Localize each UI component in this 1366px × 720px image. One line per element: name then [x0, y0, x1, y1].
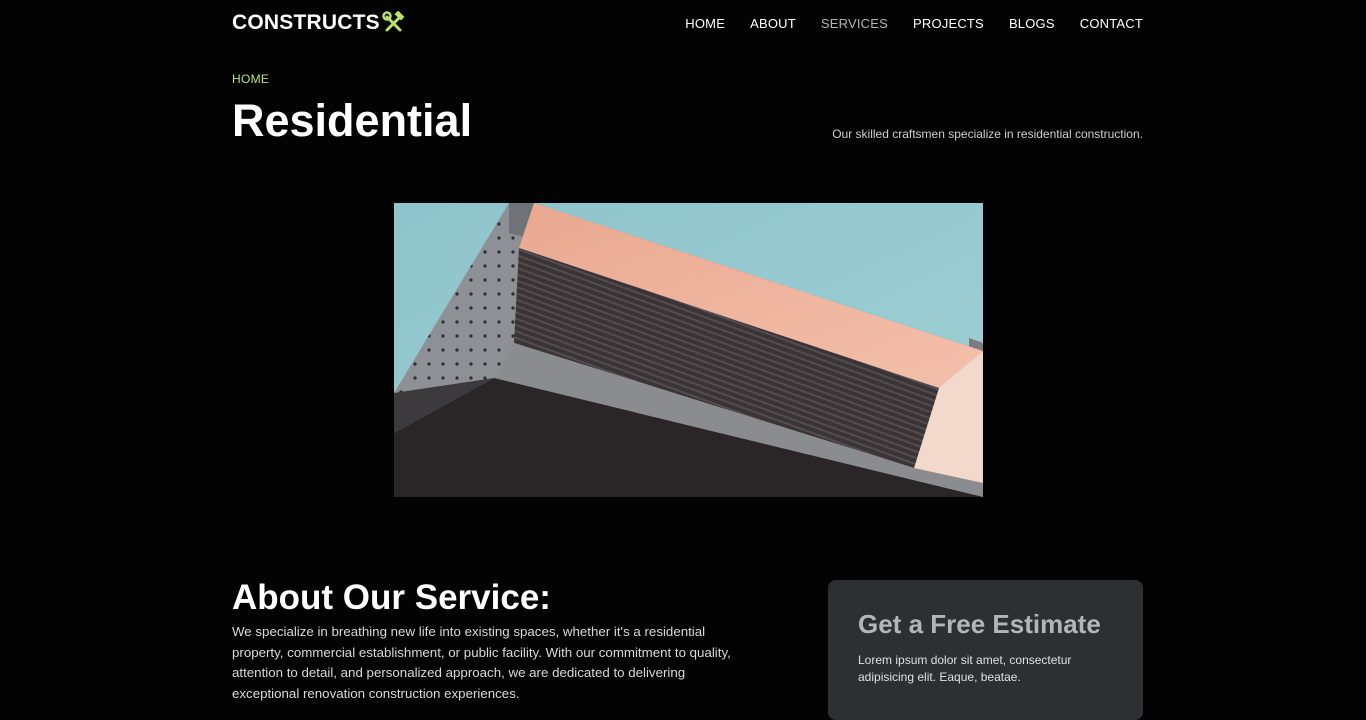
about-text: We specialize in breathing new life into…: [232, 624, 731, 701]
nav-blogs-link[interactable]: BLOGS: [1009, 16, 1055, 31]
brand-name: CONSTRUCTS: [232, 11, 380, 34]
logo[interactable]: CONSTRUCTS: [232, 11, 406, 35]
top-nav: CONSTRUCTS HOME ABOUT SERVICES PROJECTS …: [232, 0, 1143, 46]
estimate-card: Get a Free Estimate Lorem ipsum dolor si…: [828, 580, 1143, 720]
about-heading: About Our Service:: [232, 578, 551, 617]
page-tagline: Our skilled craftsmen specialize in resi…: [832, 127, 1143, 141]
hero-image: [394, 203, 983, 497]
hammer-wrench-icon: [382, 11, 405, 32]
nav-contact-link[interactable]: CONTACT: [1080, 16, 1143, 31]
nav-home-link[interactable]: HOME: [685, 16, 725, 31]
nav-projects-link[interactable]: PROJECTS: [913, 16, 984, 31]
nav-services-link[interactable]: SERVICES: [821, 16, 888, 31]
breadcrumb-home-link[interactable]: HOME: [232, 72, 269, 86]
main-menu: HOME ABOUT SERVICES PROJECTS BLOGS CONTA…: [685, 16, 1143, 31]
estimate-text: Lorem ipsum dolor sit amet, consectetur …: [858, 653, 1072, 684]
page-title: Residential: [232, 95, 473, 146]
estimate-title: Get a Free Estimate: [858, 609, 1101, 639]
nav-about-link[interactable]: ABOUT: [750, 16, 796, 31]
